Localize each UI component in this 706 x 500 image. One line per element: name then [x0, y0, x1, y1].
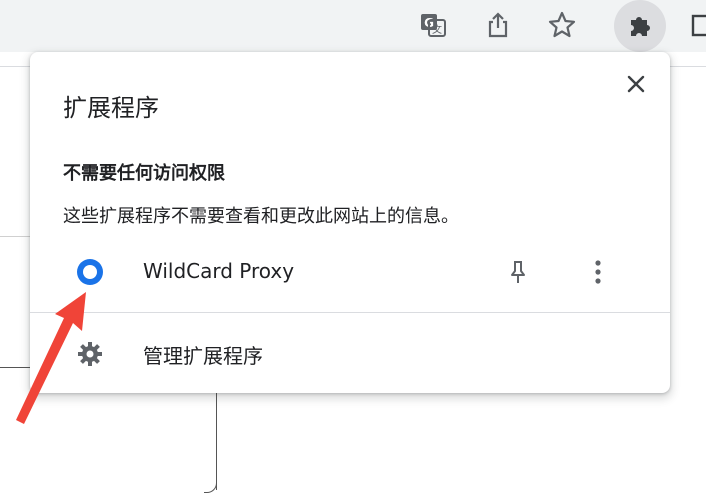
- page-border-corner: [204, 478, 217, 493]
- pin-icon[interactable]: [502, 256, 534, 288]
- popup-divider: [30, 312, 670, 313]
- popup-title: 扩展程序: [63, 94, 159, 122]
- more-options-icon[interactable]: [582, 256, 614, 288]
- extension-name: WildCard Proxy: [143, 259, 295, 283]
- close-icon[interactable]: [620, 68, 652, 100]
- browser-toolbar: G 文: [0, 0, 706, 52]
- page-border: [216, 392, 217, 490]
- page-divider: [0, 236, 30, 237]
- section-description: 这些扩展程序不需要查看和更改此网站上的信息。: [63, 206, 459, 227]
- extensions-puzzle-icon[interactable]: [614, 0, 666, 52]
- gear-icon: [76, 340, 104, 368]
- translate-icon[interactable]: G 文: [415, 7, 451, 43]
- extension-row-wildcard-proxy[interactable]: WildCard Proxy: [30, 244, 670, 300]
- manage-extensions-label: 管理扩展程序: [143, 344, 263, 368]
- section-heading: 不需要任何访问权限: [63, 163, 225, 184]
- side-panel-icon[interactable]: [682, 7, 706, 43]
- wildcard-proxy-icon: [74, 256, 106, 288]
- extensions-popup: 扩展程序 不需要任何访问权限 这些扩展程序不需要查看和更改此网站上的信息。 Wi…: [30, 52, 670, 393]
- svg-text:文: 文: [432, 23, 442, 36]
- bookmark-star-icon[interactable]: [544, 7, 580, 43]
- manage-extensions-button[interactable]: 管理扩展程序: [30, 324, 670, 382]
- page-divider: [0, 367, 30, 368]
- share-icon[interactable]: [480, 7, 516, 43]
